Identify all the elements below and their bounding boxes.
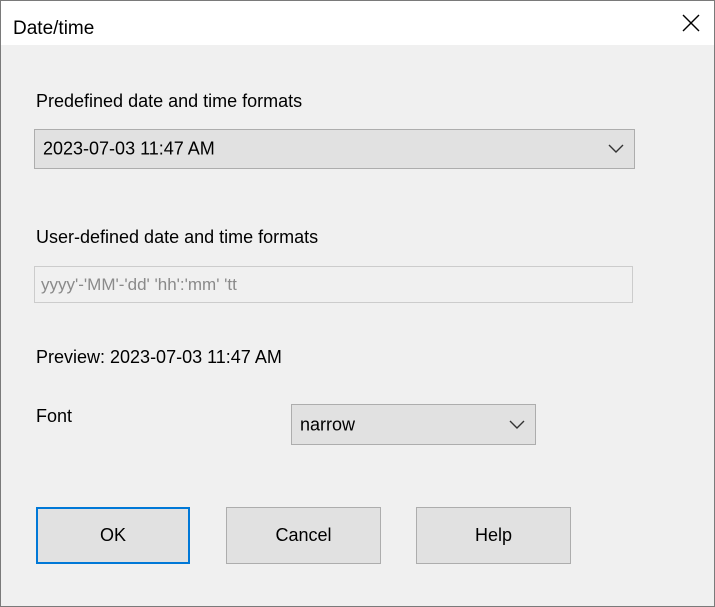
font-value: narrow [300, 414, 356, 434]
close-icon [682, 14, 700, 32]
chevron-down-icon [608, 144, 624, 153]
preview-text: Preview: 2023-07-03 11:47 AM [36, 347, 282, 367]
predefined-formats-label: Predefined date and time formats [36, 91, 303, 111]
chevron-down-icon [509, 420, 525, 429]
date-time-dialog: Date/time Predefined date and time forma… [0, 0, 715, 607]
cancel-button[interactable]: Cancel [226, 507, 381, 564]
ok-button[interactable]: OK [36, 507, 190, 564]
title-bar[interactable]: Date/time [1, 1, 714, 45]
font-label: Font [36, 406, 73, 426]
predefined-format-value: 2023-07-03 11:47 AM [43, 138, 215, 159]
user-defined-format-input[interactable] [41, 267, 626, 302]
user-defined-format-field[interactable] [34, 266, 633, 303]
help-button[interactable]: Help [416, 507, 571, 564]
font-dropdown[interactable]: narrow [291, 404, 536, 445]
predefined-format-dropdown[interactable]: 2023-07-03 11:47 AM [34, 129, 635, 169]
user-defined-formats-label: User-defined date and time formats [36, 227, 319, 247]
close-button[interactable] [668, 1, 714, 45]
dialog-title: Date/time [13, 18, 95, 39]
